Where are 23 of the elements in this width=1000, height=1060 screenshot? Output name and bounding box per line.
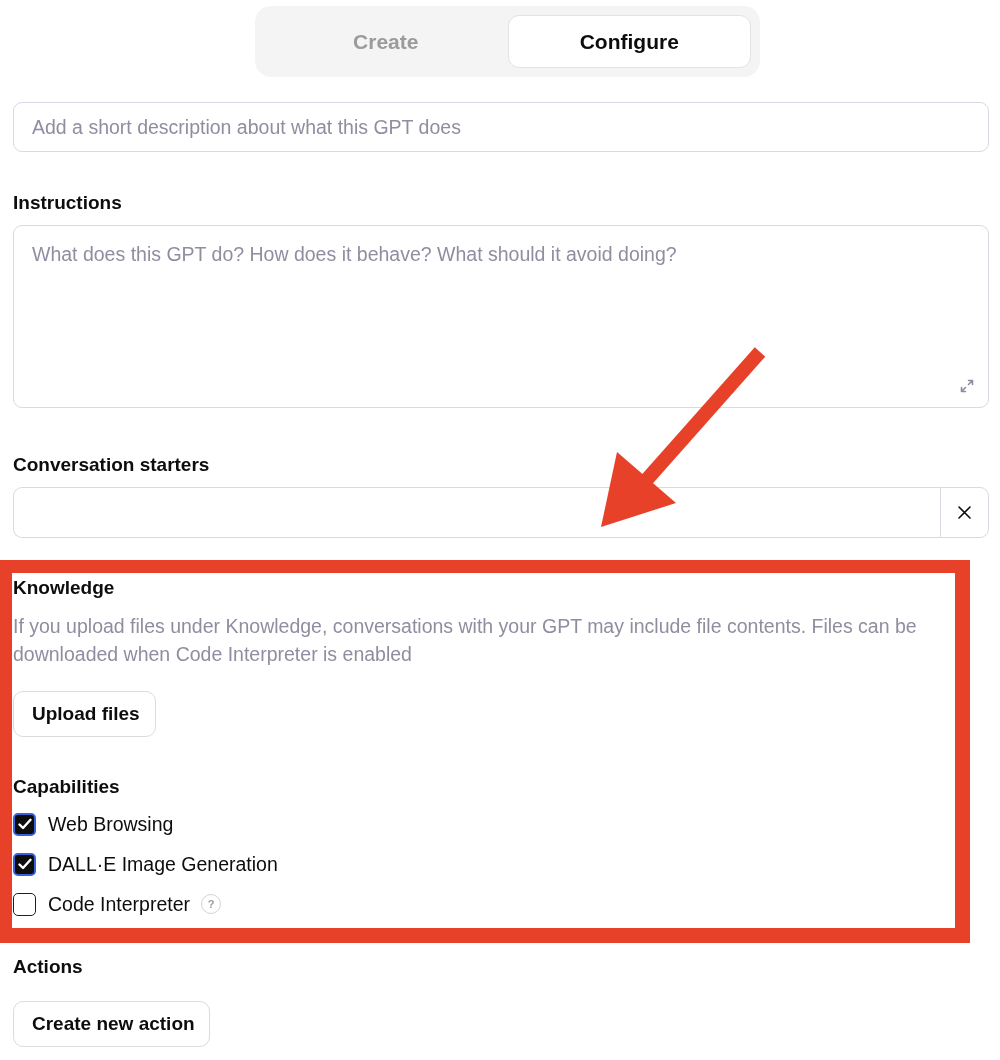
section-title: Knowledge bbox=[13, 576, 115, 600]
check-icon bbox=[17, 818, 32, 830]
checkbox-label[interactable]: DALL·E Image Generation bbox=[48, 852, 278, 876]
field-label: Conversation starters bbox=[13, 453, 210, 477]
checkbox[interactable] bbox=[13, 812, 36, 836]
instructions-field[interactable]: What does this GPT do? How does it behave? What should it avoid doing? bbox=[13, 225, 989, 408]
checkbox[interactable] bbox=[13, 852, 36, 876]
remove-button[interactable] bbox=[940, 487, 989, 538]
tab[interactable]: Configure bbox=[507, 15, 751, 68]
description-field[interactable]: Add a short description about what this GPT does bbox=[13, 102, 989, 152]
field-label: Instructions bbox=[13, 191, 122, 215]
create-action-button[interactable]: Create new action bbox=[13, 1001, 210, 1047]
expand-icon[interactable] bbox=[960, 379, 974, 393]
section-title: Actions bbox=[13, 955, 83, 979]
starter-input[interactable] bbox=[13, 487, 940, 538]
close-icon bbox=[958, 506, 971, 519]
checkbox-label[interactable]: Code Interpreter bbox=[48, 892, 190, 916]
upload-button[interactable]: Upload files bbox=[13, 691, 156, 737]
checkbox-label[interactable]: Web Browsing bbox=[48, 812, 174, 836]
check-icon bbox=[17, 858, 32, 870]
knowledge-description: If you upload files under Knowledge, conversations with your GPT may include file contents. Files can be downloaded when Code Interpreter is enabled bbox=[13, 614, 918, 667]
checkbox[interactable] bbox=[13, 892, 36, 916]
section-title: Capabilities bbox=[13, 775, 120, 799]
